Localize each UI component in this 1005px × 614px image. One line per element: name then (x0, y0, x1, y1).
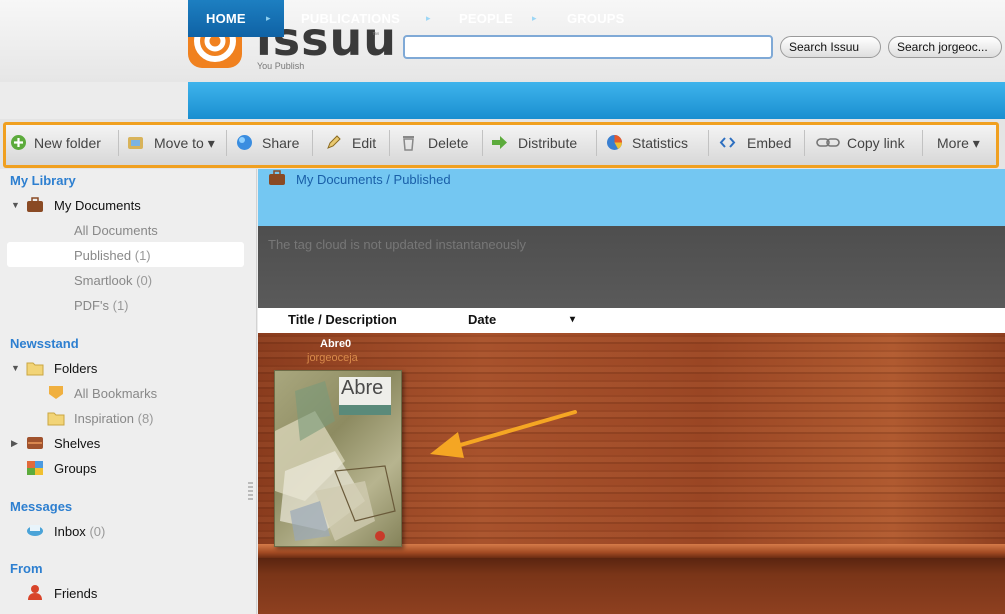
tag-cloud-note: The tag cloud is not updated instantaneo… (268, 237, 527, 252)
sidebar-item-my-documents[interactable]: My Documents (54, 198, 141, 213)
sidebar-item-smartlook[interactable]: Smartlook (0) (74, 273, 152, 288)
sidebar-item-inspiration[interactable]: Inspiration (8) (74, 411, 154, 426)
cover-label: Abre (339, 377, 391, 415)
tab-home-label: HOME (206, 11, 246, 26)
embed-icon (719, 137, 736, 148)
edit-button[interactable]: Edit (352, 132, 376, 154)
sort-dropdown-icon[interactable]: ▾ (570, 314, 575, 325)
distribute-button[interactable]: Distribute (518, 132, 577, 154)
toolbar-divider (708, 130, 709, 156)
published-count: (1) (134, 248, 151, 263)
inspiration-label: Inspiration (74, 411, 134, 426)
nav-arrow-icon: ▸ (532, 13, 537, 23)
briefcase-icon (269, 170, 285, 185)
smartlook-label: Smartlook (74, 273, 133, 288)
main-nav (188, 82, 1005, 119)
distribute-icon (492, 136, 507, 149)
pdfs-label: PDF's (74, 298, 109, 313)
cover-word: Abre (341, 377, 384, 399)
expand-down-icon[interactable]: ▼ (11, 200, 20, 210)
toolbar-divider (804, 130, 805, 156)
friends-icon (28, 585, 42, 600)
toolbar-divider (596, 130, 597, 156)
copy-link-icon (816, 138, 840, 147)
nav-arrow-icon: ▸ (426, 13, 431, 23)
cover-label-bar (339, 405, 391, 415)
toolbar-divider (312, 130, 313, 156)
logo-tagline: You Publish (257, 61, 305, 71)
my-library-heading[interactable]: My Library (10, 173, 76, 188)
published-label: Published (74, 248, 132, 263)
pdfs-count: (1) (112, 298, 129, 313)
sidebar-item-inbox[interactable]: Inbox (0) (54, 524, 105, 539)
sidebar-item-shelves[interactable]: Shelves (54, 436, 100, 451)
nav-arrow-icon: ▸ (266, 13, 271, 23)
folder-icon (26, 362, 44, 376)
move-to-button[interactable]: Move to ▾ (154, 132, 215, 154)
groups-icon (27, 461, 43, 475)
tab-groups[interactable]: GROUPS (567, 0, 625, 37)
tab-publications[interactable]: PUBLICATIONS (301, 0, 400, 37)
share-button[interactable]: Share (262, 132, 299, 154)
toolbar-divider (389, 130, 390, 156)
toolbar-divider (118, 130, 119, 156)
sidebar-item-published[interactable]: Published (1) (74, 248, 151, 263)
briefcase-icon (27, 197, 43, 212)
sidebar-item-pdfs[interactable]: PDF's (1) (74, 298, 129, 313)
toolbar-divider (922, 130, 923, 156)
sidebar-item-all-documents[interactable]: All Documents (74, 223, 158, 238)
tab-people[interactable]: PEOPLE (459, 0, 513, 37)
search-user-button[interactable]: Search jorgeoc... (888, 36, 1002, 58)
smartlook-count: (0) (136, 273, 153, 288)
document-cover[interactable]: Abre (274, 370, 402, 547)
from-heading[interactable]: From (10, 561, 43, 576)
shelf-lower (258, 558, 1005, 614)
sidebar-item-folders[interactable]: Folders (54, 361, 97, 376)
messages-heading[interactable]: Messages (10, 499, 72, 514)
delete-icon (403, 136, 414, 151)
document-title[interactable]: Abre0 (320, 338, 351, 350)
toolbar-divider (482, 130, 483, 156)
column-date[interactable]: Date (468, 312, 496, 327)
breadcrumb[interactable]: My Documents / Published (296, 172, 451, 187)
share-icon (237, 135, 252, 150)
embed-button[interactable]: Embed (747, 132, 791, 154)
folder-icon (47, 412, 65, 426)
column-title-description[interactable]: Title / Description (288, 312, 397, 327)
new-folder-button[interactable]: New folder (34, 132, 101, 154)
expand-right-icon[interactable]: ▶ (11, 438, 18, 449)
edit-icon (327, 135, 341, 149)
document-author[interactable]: jorgeoceja (307, 352, 358, 364)
new-folder-icon (11, 135, 26, 150)
search-issuu-button[interactable]: Search Issuu (780, 36, 881, 58)
shelves-icon (27, 437, 43, 449)
inbox-count: (0) (89, 524, 106, 539)
copy-link-button[interactable]: Copy link (847, 132, 905, 154)
statistics-button[interactable]: Statistics (632, 132, 688, 154)
sidebar-item-groups[interactable]: Groups (54, 461, 97, 476)
search-input[interactable] (403, 35, 773, 59)
newsstand-heading[interactable]: Newsstand (10, 336, 79, 351)
sidebar-resize-handle[interactable] (248, 482, 253, 500)
delete-button[interactable]: Delete (428, 132, 468, 154)
toolbar-divider (226, 130, 227, 156)
more-button[interactable]: More ▾ (937, 132, 980, 154)
inbox-icon (27, 525, 43, 536)
annotation-arrow-icon (430, 410, 577, 458)
sidebar-item-all-bookmarks[interactable]: All Bookmarks (74, 386, 157, 401)
inspiration-count: (8) (137, 411, 154, 426)
expand-down-icon[interactable]: ▼ (11, 363, 20, 373)
sidebar-item-friends[interactable]: Friends (54, 586, 97, 601)
bookmark-icon (49, 386, 63, 399)
statistics-icon (607, 135, 622, 150)
move-to-icon (128, 137, 143, 149)
inbox-label: Inbox (54, 524, 86, 539)
